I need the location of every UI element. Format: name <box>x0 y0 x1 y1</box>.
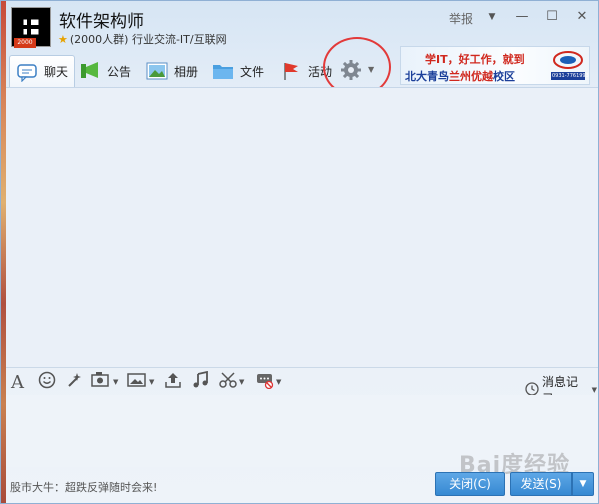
magic-wand-icon <box>65 371 83 393</box>
send-options-chevron-icon: ▼ <box>579 479 587 489</box>
group-member-info-text: (2000人群) 行业交流-IT/互联网 <box>69 33 227 46</box>
pane-splitter[interactable] <box>6 367 598 368</box>
tab-album-label: 相册 <box>174 64 199 79</box>
upload-button[interactable] <box>164 372 182 392</box>
group-chat-window: 2000 软件架构师 ★ (2000人群) 行业交流-IT/互联网 举报 ▼ — … <box>0 0 599 504</box>
music-icon <box>192 370 210 393</box>
record-caret-icon: ▼ <box>276 378 282 386</box>
close-button[interactable]: 关闭(C) <box>435 472 505 496</box>
message-history-area[interactable] <box>6 87 598 367</box>
ad-line1: 学IT，好工作，就到 <box>425 53 525 66</box>
emoji-icon <box>38 371 56 393</box>
font-button[interactable]: A <box>11 371 24 393</box>
ad-line2-part1: 北大青鸟 <box>405 70 449 83</box>
ad-line2: 北大青鸟兰州优越校区 <box>405 68 515 84</box>
tab-announcement[interactable]: 公告 <box>79 55 131 87</box>
send-options-button[interactable]: ▼ <box>572 472 594 496</box>
tab-announcement-label: 公告 <box>107 64 132 79</box>
window-menu-dropdown-icon[interactable]: ▼ <box>481 7 503 27</box>
tab-album[interactable]: 相册 <box>146 55 198 87</box>
tab-chat[interactable]: 聊天 <box>9 55 76 87</box>
history-caret-icon: ▼ <box>591 386 597 394</box>
scissors-icon <box>219 371 237 393</box>
screenshot-icon <box>91 371 111 393</box>
maximize-icon[interactable]: ☐ <box>541 7 563 27</box>
flag-icon <box>280 61 302 81</box>
ad-banner[interactable]: 学IT，好工作，就到 北大青鸟兰州优越校区 0931-7761993 <box>400 46 590 85</box>
send-button[interactable]: 发送(S) <box>510 472 572 496</box>
group-avatar-qr[interactable]: 2000 <box>11 7 51 48</box>
image-icon <box>127 371 147 393</box>
image-button[interactable]: ▼ <box>127 372 154 392</box>
record-icon <box>256 371 274 393</box>
chat-bubble-icon <box>16 62 38 82</box>
record-button[interactable]: ▼ <box>256 372 281 392</box>
qr-badge: 2000 <box>14 38 36 48</box>
ad-logo-text: 0931-7761993 <box>552 73 589 79</box>
music-button[interactable] <box>192 370 210 393</box>
ad-line2-part2: 兰州优越 <box>449 70 493 83</box>
tab-files-label: 文件 <box>240 64 265 79</box>
group-name[interactable]: 软件架构师 <box>59 7 144 32</box>
screenshot-caret-icon: ▼ <box>113 378 119 386</box>
group-member-info: ★ (2000人群) 行业交流-IT/互联网 <box>58 31 227 47</box>
scissors-caret-icon: ▼ <box>239 378 245 386</box>
font-icon: A <box>11 371 24 393</box>
minimize-icon[interactable]: — <box>511 7 533 27</box>
folder-icon <box>212 61 234 81</box>
report-button[interactable]: 举报 <box>449 10 473 27</box>
magic-effects-button[interactable] <box>65 372 83 392</box>
image-caret-icon: ▼ <box>149 378 155 386</box>
screenshot-button[interactable]: ▼ <box>91 372 118 392</box>
tab-files[interactable]: 文件 <box>212 55 264 87</box>
stock-ticker-link[interactable]: 股市大牛：超跌反弹随时会来! <box>10 479 157 495</box>
emoji-button[interactable] <box>38 371 56 393</box>
star-icon: ★ <box>58 33 68 46</box>
tab-chat-label: 聊天 <box>44 65 69 79</box>
photo-album-icon <box>146 61 168 81</box>
close-window-icon[interactable]: ✕ <box>571 7 593 27</box>
ad-logo: 0931-7761993 <box>549 50 589 82</box>
scissors-button[interactable]: ▼ <box>219 372 244 392</box>
megaphone-icon <box>79 61 101 81</box>
ad-line2-part3: 校区 <box>493 70 515 83</box>
input-toolbar: A ▼ ▼ ▼ ▼ 消息记 ▼ <box>9 369 597 406</box>
upload-icon <box>164 371 182 393</box>
